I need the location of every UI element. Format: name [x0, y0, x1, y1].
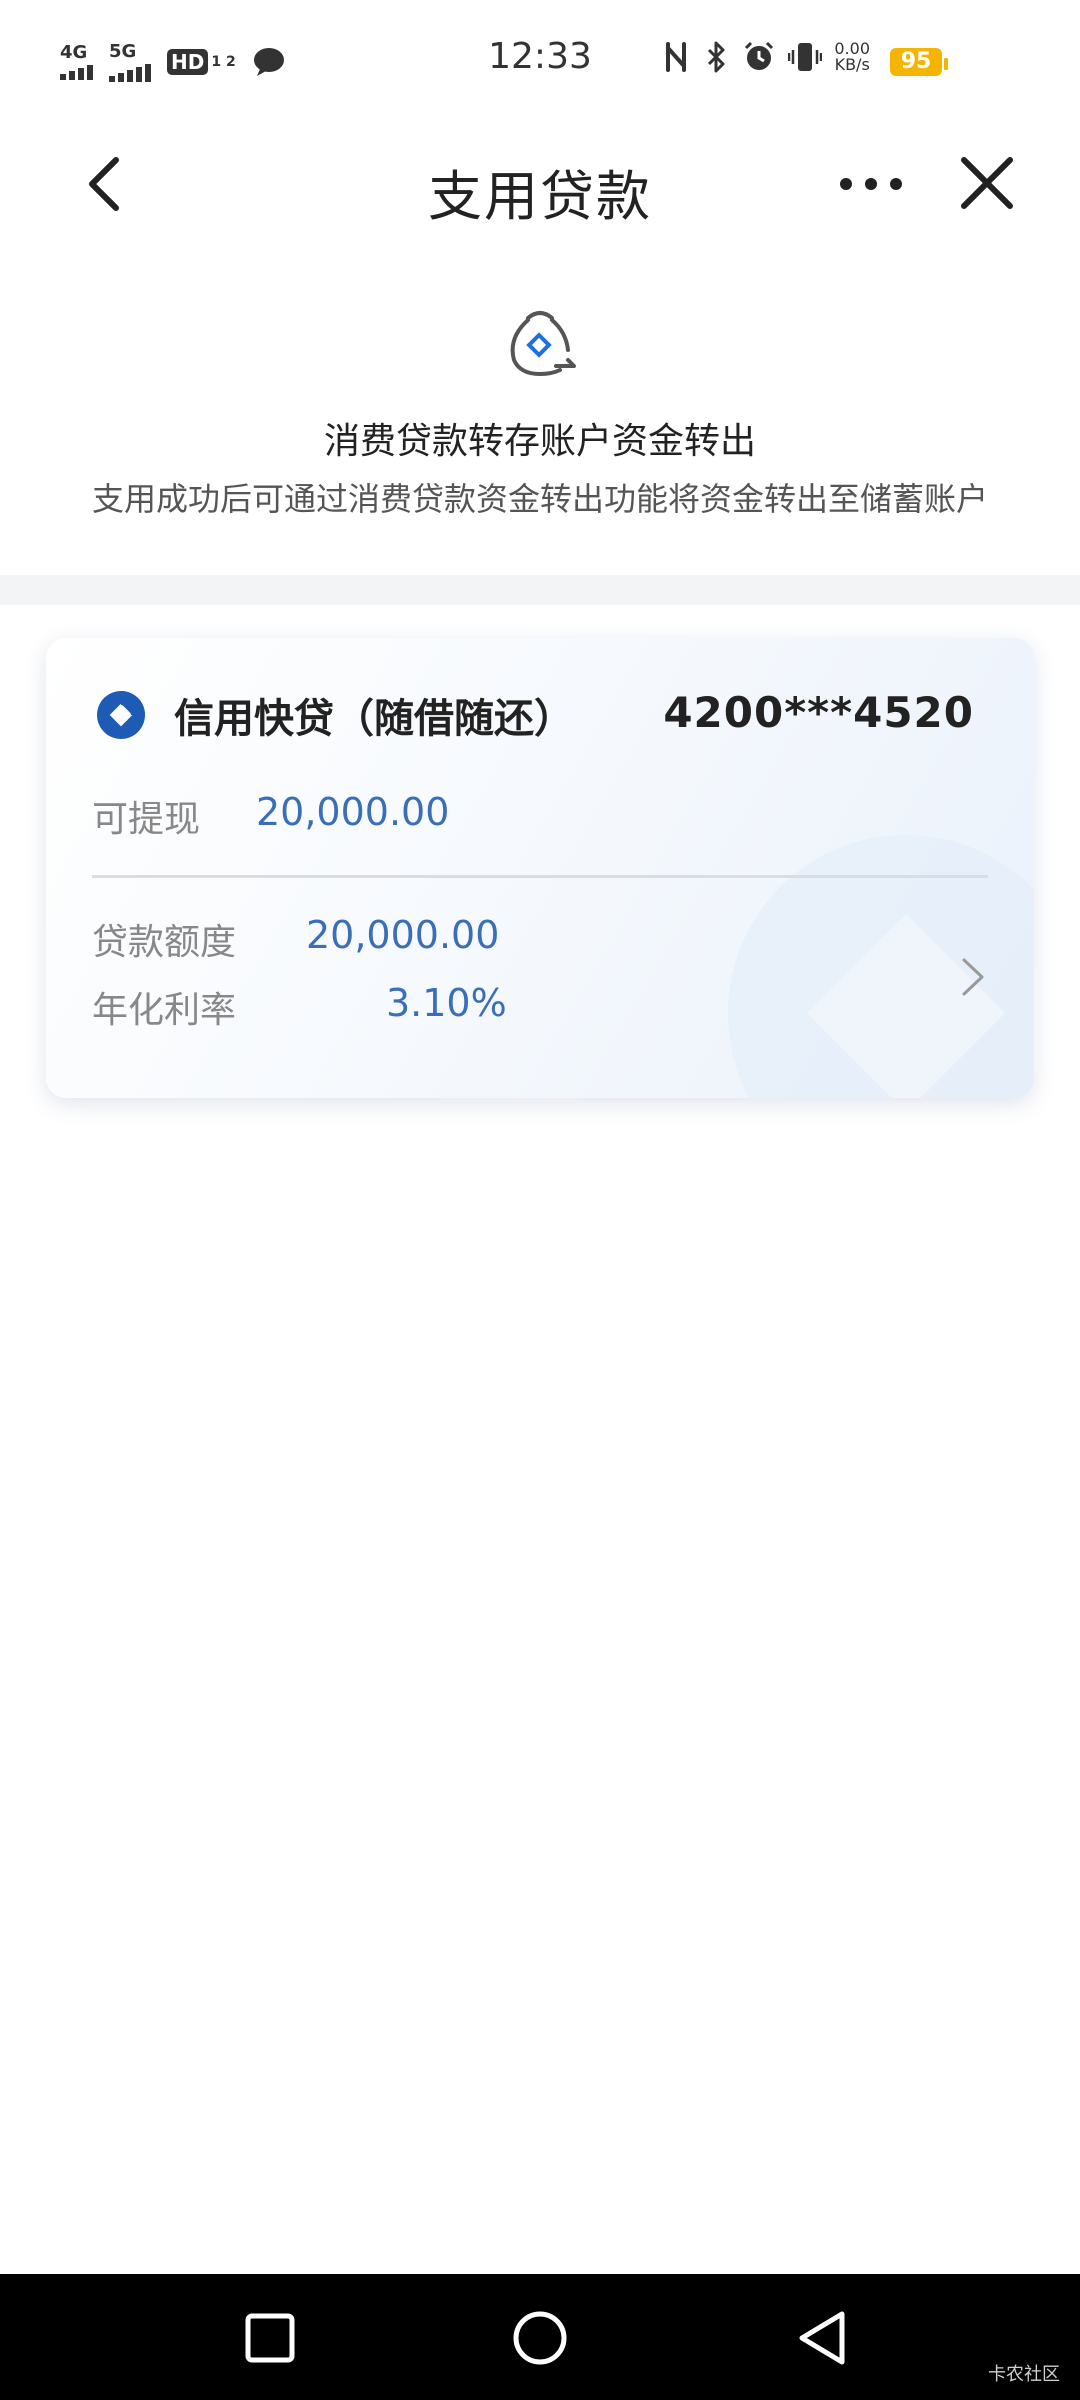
alarm-icon [745, 41, 774, 70]
card-divider [92, 875, 988, 878]
speed-unit: KB/s [834, 55, 870, 74]
battery-level: 95 [890, 48, 942, 76]
close-icon[interactable] [958, 154, 1016, 212]
more-icon[interactable] [836, 172, 906, 196]
rate-label: 年化利率 [92, 990, 237, 1031]
available-value: 20,000.00 [256, 790, 450, 834]
bank-logo-icon [97, 691, 145, 739]
status-right: 0.00 KB/s [662, 40, 870, 74]
triangle-back-icon[interactable] [792, 2308, 852, 2368]
square-icon[interactable] [240, 2308, 300, 2368]
limit-label: 贷款额度 [92, 922, 237, 963]
page-title: 支用贷款 [428, 165, 652, 228]
section-divider [0, 575, 1080, 605]
money-bag-icon [510, 311, 576, 377]
forum-watermark: 卡农社区 [988, 2364, 1060, 2385]
info-subtitle: 支用成功后可通过消费贷款资金转出功能将资金转出至储蓄账户 [91, 480, 988, 518]
nfc-icon [666, 42, 687, 72]
chevron-right-icon[interactable] [958, 956, 988, 998]
system-nav-bar: 卡农社区 [0, 2274, 1080, 2400]
product-name: 信用快贷（随借随还） [174, 696, 574, 742]
status-bar: 4G 5G HD 1 2 12:33 0.00 KB/s 95 [0, 0, 1080, 124]
transfer-info: 消费贷款转存账户资金转出 支用成功后可通过消费贷款资金转出功能将资金转出至储蓄账… [0, 244, 1080, 574]
circle-icon[interactable] [510, 2308, 570, 2368]
account-number: 4200***4520 [663, 688, 974, 737]
rate-value: 3.10% [386, 981, 507, 1025]
loan-card[interactable]: 信用快贷（随借随还） 4200***4520 可提现 20,000.00 贷款额… [46, 638, 1034, 1098]
limit-value: 20,000.00 [306, 913, 500, 957]
available-label: 可提现 [92, 799, 201, 840]
bluetooth-icon [708, 41, 725, 73]
battery-icon: 95 [890, 48, 948, 76]
network-speed: 0.00 KB/s [834, 41, 870, 73]
vibrate-icon [788, 43, 823, 71]
nav-header: 支用贷款 [0, 124, 1080, 244]
info-title: 消费贷款转存账户资金转出 [323, 421, 756, 462]
